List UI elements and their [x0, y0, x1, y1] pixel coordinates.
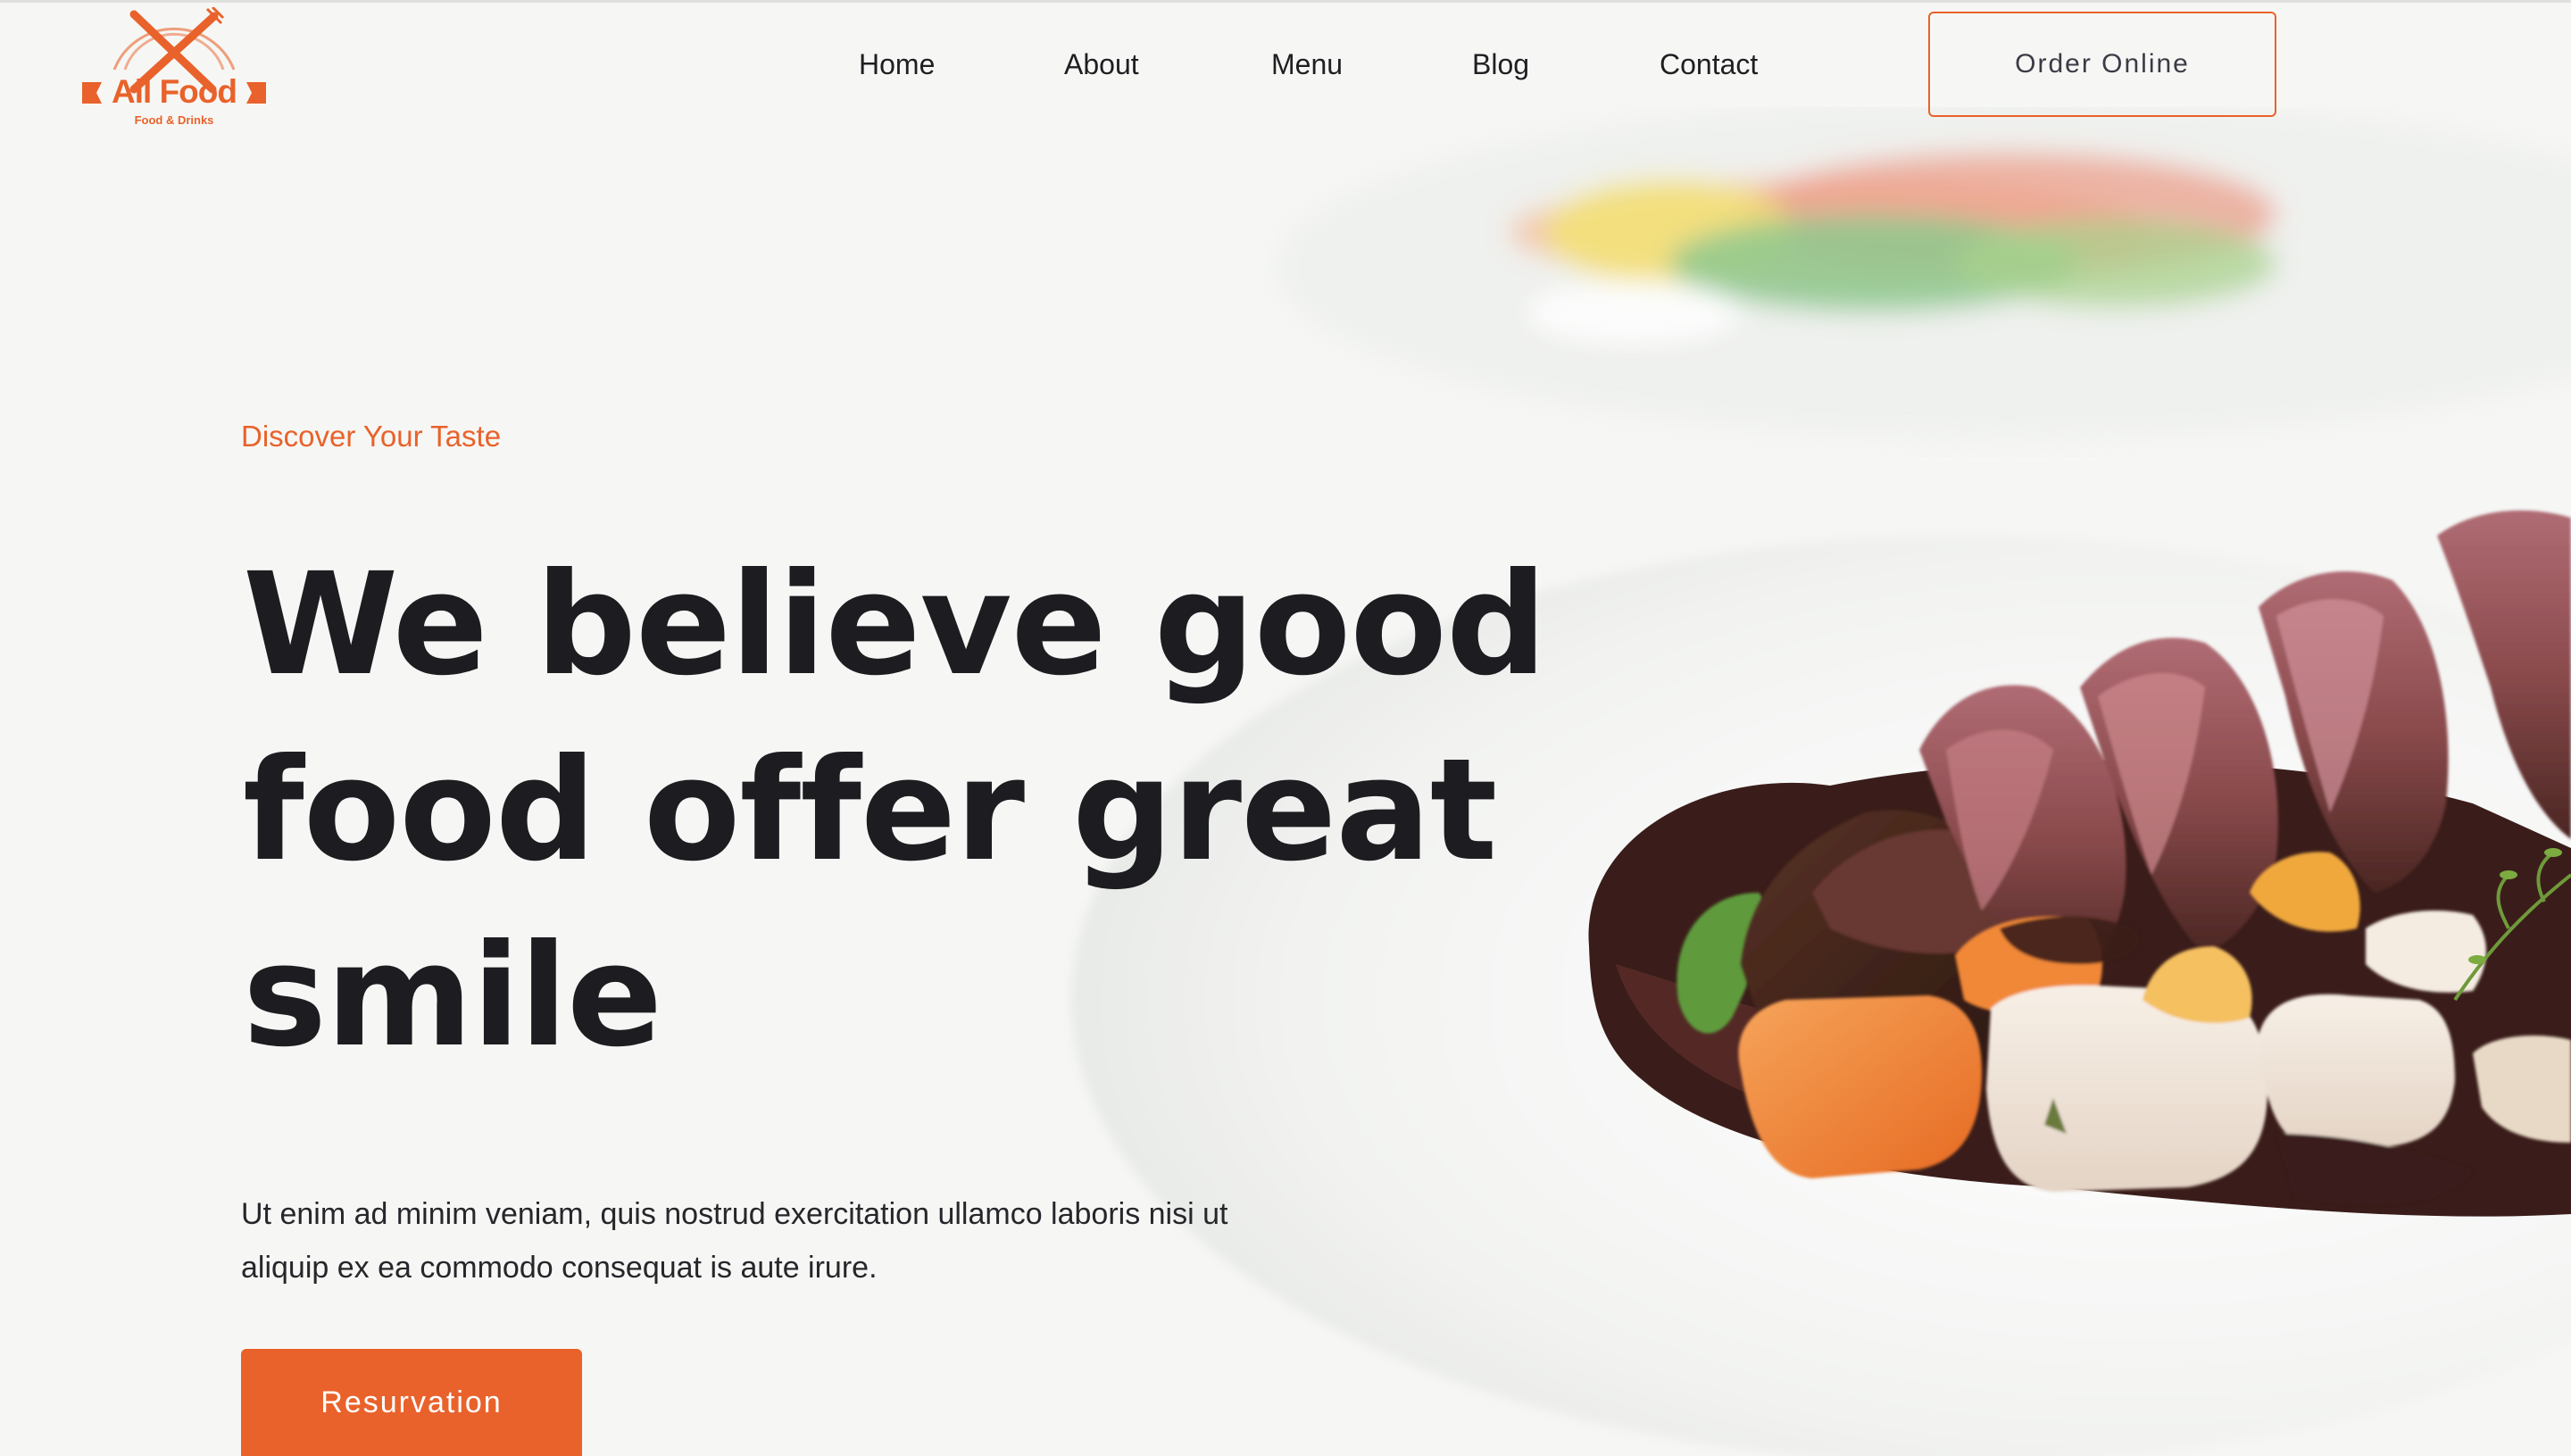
hero-eyebrow: Discover Your Taste [241, 420, 502, 453]
nav-menu[interactable]: Menu [1271, 39, 1343, 89]
headline-line: food offer great [243, 728, 1497, 893]
order-online-button[interactable]: Order Online [1928, 12, 2276, 117]
headline-line: We believe good [243, 543, 1547, 707]
nav-about[interactable]: About [1064, 39, 1139, 89]
nav-contact[interactable]: Contact [1660, 39, 1758, 89]
description-line: Ut enim ad minim veniam, quis nostrud ex… [241, 1197, 1228, 1231]
hero-headline: We believe good food offer great smile [243, 532, 1582, 1089]
brand-name: All Food [112, 73, 237, 110]
reservation-button[interactable]: Resurvation [241, 1349, 582, 1456]
site-header: All Food Food & Drinks Home About Menu B… [0, 0, 2571, 134]
nav-home[interactable]: Home [859, 39, 935, 89]
hero-description: Ut enim ad minim veniam, quis nostrud ex… [241, 1187, 1402, 1294]
headline-line: smile [243, 914, 662, 1078]
brand-tagline: Food & Drinks [134, 113, 214, 127]
brand-logo[interactable]: All Food Food & Drinks [79, 7, 270, 127]
description-line: aliquip ex ea commodo consequat is aute … [241, 1251, 878, 1285]
nav-blog[interactable]: Blog [1472, 39, 1529, 89]
